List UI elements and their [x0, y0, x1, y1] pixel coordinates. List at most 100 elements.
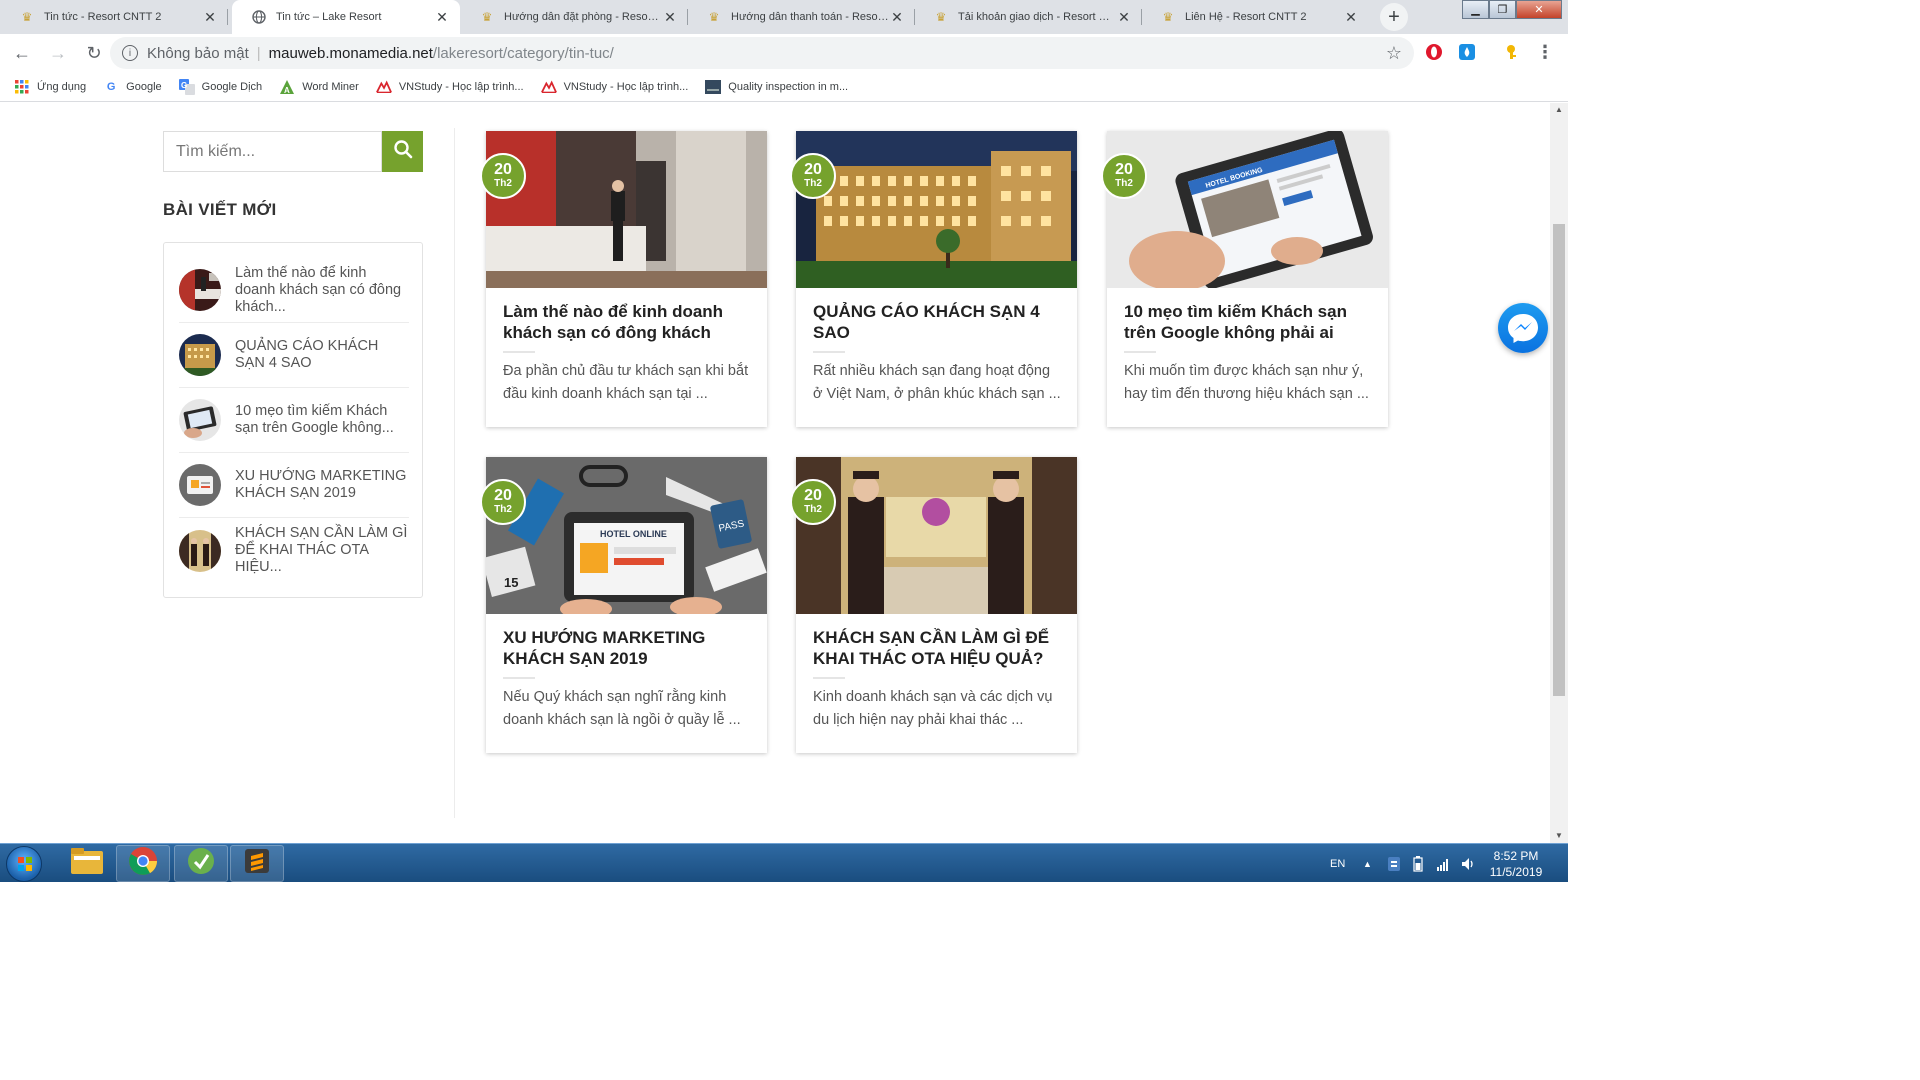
maximize-button[interactable]: ❐: [1489, 0, 1516, 19]
post-card[interactable]: 20 Th2 KHÁCH SẠN CẦN LÀM GÌ ĐỂ KHAI THÁC…: [790, 457, 1077, 753]
post-date-day: 20: [494, 161, 512, 178]
post-title[interactable]: 10 mẹo tìm kiếm Khách sạn trên Google kh…: [1124, 301, 1374, 343]
reload-icon[interactable]: ↻: [78, 37, 110, 69]
close-tab-icon[interactable]: ✕: [1116, 9, 1132, 26]
post-date-badge: 20 Th2: [480, 479, 526, 525]
post-title[interactable]: KHÁCH SẠN CẦN LÀM GÌ ĐỂ KHAI THÁC OTA HI…: [813, 627, 1063, 669]
post-card[interactable]: HOTEL BOOKING 20 Th2 10 mẹo tìm kiếm Khá…: [1101, 131, 1388, 427]
title-divider: [1124, 351, 1156, 353]
language-indicator[interactable]: EN: [1330, 844, 1345, 883]
tab-huong-dan-dat-phong[interactable]: ♛ Hướng dẫn đặt phòng - Resort CNT ✕: [460, 0, 688, 34]
svg-text:A: A: [284, 86, 290, 95]
taskbar-chrome[interactable]: [116, 845, 170, 882]
start-button[interactable]: [6, 846, 42, 882]
back-arrow-icon[interactable]: ←: [6, 37, 38, 69]
post-thumbnail: [179, 334, 221, 376]
minimize-button[interactable]: ▁: [1462, 0, 1489, 19]
clock-time: 8:52 PM: [1493, 849, 1539, 863]
post-date-badge: 20 Th2: [790, 479, 836, 525]
post-image: [486, 131, 767, 288]
bookmark-google-dich[interactable]: G Google Dịch: [178, 78, 262, 95]
close-tab-icon[interactable]: ✕: [434, 9, 450, 26]
bookmark-vnstudy-1[interactable]: VNStudy - Học lập trình...: [375, 79, 524, 95]
recent-post-item[interactable]: 10 mẹo tìm kiếm Khách sạn trên Google kh…: [179, 388, 409, 453]
show-hidden-icons-icon[interactable]: ▲: [1363, 844, 1372, 883]
post-card[interactable]: 20 Th2 Làm thế nào để kinh doanh khách s…: [480, 131, 767, 427]
water-drop-extension-icon[interactable]: [1457, 42, 1477, 62]
messenger-chat-button[interactable]: [1498, 303, 1548, 353]
site-favicon-icon: ♛: [708, 10, 720, 24]
tab-tin-tuc-resort[interactable]: ♛ Tin tức - Resort CNTT 2 ✕: [0, 0, 228, 34]
bookmark-star-icon[interactable]: ☆: [1386, 43, 1402, 64]
post-date-day: 20: [1115, 161, 1133, 178]
key-extension-icon[interactable]: [1503, 42, 1523, 62]
close-tab-icon[interactable]: ✕: [889, 9, 905, 26]
windows-logo-icon: [7, 857, 43, 887]
bookmark-quality-inspection[interactable]: Quality inspection in m...: [705, 79, 848, 95]
post-image: [796, 457, 1077, 614]
new-tab-button[interactable]: +: [1380, 3, 1408, 31]
bookmark-word-miner[interactable]: A Word Miner: [279, 79, 359, 95]
scrollbar-thumb[interactable]: [1553, 224, 1565, 696]
folder-icon: [70, 847, 104, 880]
post-title[interactable]: QUẢNG CÁO KHÁCH SẠN 4 SAO: [813, 301, 1063, 343]
recent-post-item[interactable]: QUẢNG CÁO KHÁCH SẠN 4 SAO: [179, 323, 409, 388]
post-date-badge: 20 Th2: [1101, 153, 1147, 199]
taskbar-app-green[interactable]: [174, 845, 228, 882]
tab-title: Hướng dẫn đặt phòng - Resort CNT: [504, 11, 662, 23]
bookmark-google[interactable]: G Google: [103, 79, 162, 95]
scroll-down-arrow-icon[interactable]: ▼: [1550, 829, 1568, 843]
scroll-up-arrow-icon[interactable]: ▲: [1550, 103, 1568, 117]
tab-tai-khoan-giao-dich[interactable]: ♛ Tải khoản giao dịch - Resort CNTT 2 ✕: [914, 0, 1142, 34]
post-title[interactable]: XU HƯỚNG MARKETING KHÁCH SẠN 2019: [503, 627, 753, 669]
taskbar-sublime-text[interactable]: [230, 845, 284, 882]
post-excerpt: Nếu Quý khách sạn nghĩ rằng kinh doanh k…: [503, 689, 741, 728]
close-window-button[interactable]: ✕: [1516, 0, 1562, 19]
post-excerpt: Đa phần chủ đầu tư khách sạn khi bắt đầu…: [503, 363, 749, 402]
post-image: [796, 131, 1077, 288]
post-date-month: Th2: [494, 178, 512, 189]
post-card[interactable]: 20 Th2 QUẢNG CÁO KHÁCH SẠN 4 SAO Rất nhi…: [790, 131, 1077, 427]
search-button[interactable]: [382, 131, 423, 172]
address-bar[interactable]: i Không bảo mật | mauweb.monamedia.net /…: [110, 37, 1414, 69]
sublime-text-icon: [243, 847, 271, 880]
close-tab-icon[interactable]: ✕: [662, 9, 678, 26]
recent-post-item[interactable]: KHÁCH SẠN CẦN LÀM GÌ ĐỂ KHAI THÁC OTA HI…: [179, 518, 409, 583]
forward-arrow-icon[interactable]: →: [42, 37, 74, 69]
battery-icon[interactable]: [1413, 844, 1423, 883]
close-tab-icon[interactable]: ✕: [202, 9, 218, 26]
tray-app-icon[interactable]: [1387, 844, 1401, 883]
site-favicon-icon: ♛: [1162, 10, 1174, 24]
post-card[interactable]: PASS HOTEL ONLINE 15 20 Th2 XU HƯỚNG MAR…: [480, 457, 767, 753]
bookmark-vnstudy-2[interactable]: VNStudy - Học lập trình...: [540, 79, 689, 95]
opera-extension-icon[interactable]: [1424, 42, 1444, 62]
close-tab-icon[interactable]: ✕: [1343, 9, 1359, 26]
tab-huong-dan-thanh-toan[interactable]: ♛ Hướng dẫn thanh toán - Resort CN ✕: [687, 0, 915, 34]
tab-tin-tuc-lake-resort[interactable]: Tin tức – Lake Resort ✕: [232, 0, 460, 34]
title-divider: [813, 677, 845, 679]
recent-posts-list: Làm thế nào để kinh doanh khách sạn có đ…: [163, 242, 423, 598]
word-miner-icon: A: [279, 79, 295, 95]
recent-post-item[interactable]: XU HƯỚNG MARKETING KHÁCH SẠN 2019: [179, 453, 409, 518]
bookmark-label: VNStudy - Học lập trình...: [398, 80, 524, 93]
bookmark-label: VNStudy - Học lập trình...: [563, 80, 689, 93]
volume-icon[interactable]: [1461, 844, 1477, 883]
page-scrollbar[interactable]: ▲ ▼: [1550, 103, 1568, 843]
info-icon[interactable]: i: [122, 45, 138, 61]
network-signal-icon[interactable]: [1437, 844, 1451, 883]
recent-post-title: 10 mẹo tìm kiếm Khách sạn trên Google kh…: [235, 403, 394, 436]
tab-lien-he[interactable]: ♛ Liên Hệ - Resort CNTT 2 ✕: [1141, 0, 1369, 34]
page-icon: [705, 79, 722, 95]
bookmark-apps[interactable]: Ứng dụng: [14, 79, 86, 95]
search-input[interactable]: [163, 131, 382, 172]
recent-post-title: Làm thế nào để kinh doanh khách sạn có đ…: [235, 264, 402, 315]
url-host: mauweb.monamedia.net: [268, 44, 433, 62]
calendar-day-text: 15: [504, 575, 518, 590]
taskbar-file-explorer[interactable]: [60, 845, 114, 882]
system-clock[interactable]: 8:52 PM 11/5/2019: [1486, 848, 1546, 880]
menu-dots-icon[interactable]: ⋮: [1535, 42, 1555, 62]
green-app-icon: [186, 846, 216, 881]
recent-post-item[interactable]: Làm thế nào để kinh doanh khách sạn có đ…: [179, 258, 409, 323]
recent-post-title: XU HƯỚNG MARKETING KHÁCH SẠN 2019: [235, 468, 407, 501]
post-title[interactable]: Làm thế nào để kinh doanh khách sạn có đ…: [503, 301, 753, 343]
